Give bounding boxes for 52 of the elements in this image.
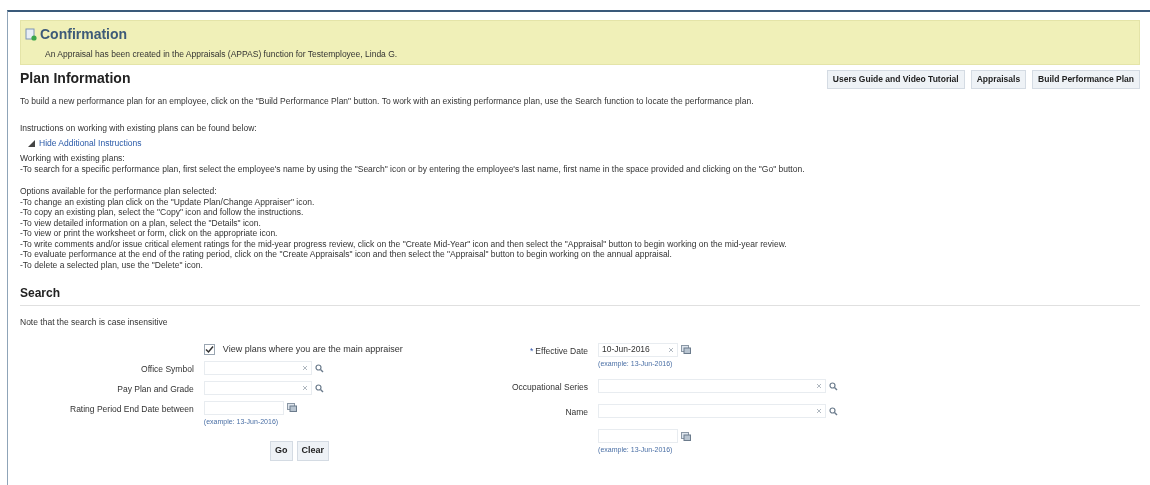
required-mark: * bbox=[530, 345, 534, 356]
instruction-line: -To evaluate performance at the end of the rating period, click on the "Create Appraisals" icon and then select the "Appraisal" button to begin working on the annual appraisal. bbox=[20, 249, 673, 260]
section-title: Plan Information bbox=[20, 68, 131, 88]
toolbar-button[interactable]: Users Guide and Video Tutorial bbox=[826, 70, 965, 89]
instruction-line: Working with existing plans: bbox=[20, 153, 126, 164]
toolbar-button[interactable]: Build Performance Plan bbox=[1032, 70, 1140, 89]
search-icon[interactable] bbox=[314, 363, 324, 373]
text-field[interactable] bbox=[203, 361, 312, 376]
search-icon[interactable] bbox=[314, 383, 324, 393]
field-label: Rating Period End Date between bbox=[70, 402, 194, 416]
main-appraiser-checkbox[interactable]: View plans where you are the main appraiser bbox=[203, 342, 403, 357]
checkbox-icon bbox=[203, 344, 215, 355]
clear-icon[interactable] bbox=[816, 383, 823, 390]
disclosure-icon bbox=[28, 140, 35, 148]
search-button[interactable]: Go bbox=[270, 441, 293, 461]
text-field[interactable] bbox=[203, 381, 312, 395]
instruction-line: -To change an existing plan click on the "Update Plan/Change Appraiser" icon. bbox=[20, 196, 316, 207]
instruction-line: -To delete a selected plan, use the "Delete" icon. bbox=[20, 259, 204, 270]
clear-icon[interactable] bbox=[301, 385, 308, 391]
confirmation-title: Confirmation bbox=[40, 25, 128, 44]
clear-icon[interactable] bbox=[816, 408, 823, 415]
hide-instructions-link[interactable]: Hide Additional Instructions bbox=[20, 137, 142, 150]
intro-text: To build a new performance plan for an employee, click on the "Build Performance Plan" button. To work with an existing performance plan, use the Search function to locate the performance plan. bbox=[20, 94, 755, 108]
instruction-line: -To view or print the worksheet or form, click on the appropriate icon. bbox=[20, 228, 279, 239]
calendar-icon[interactable] bbox=[681, 431, 692, 441]
field-label: Office Symbol bbox=[140, 363, 194, 376]
search-icon[interactable] bbox=[829, 406, 839, 416]
clear-icon[interactable] bbox=[301, 365, 308, 372]
search-button[interactable]: Clear bbox=[296, 441, 329, 461]
instruction-line: -To view detailed information on a plan, select the "Details" icon. bbox=[20, 217, 262, 228]
instruction-line: Options available for the performance plan selected: bbox=[20, 186, 218, 197]
text-field[interactable] bbox=[598, 379, 827, 394]
instructions-note: Instructions on working with existing plans can be found below: bbox=[20, 121, 258, 135]
instruction-line: -To write comments and/or issue critical element ratings for the mid-year progress review, click on the "Create Mid-Year" icon and then select the "Appraisal" button to begin working on the mid-year review. bbox=[20, 238, 788, 249]
text-field[interactable] bbox=[598, 404, 827, 419]
field-label: Occupational Series bbox=[512, 381, 589, 395]
confirmation-message: An Appraisal has been created in the Appraisals (APPAS) function for Testemployee, Linda G. bbox=[44, 48, 399, 61]
instruction-line: -To search for a specific performance plan, first select the employee's name by using the "Search" icon or by entering the employee's last name, first name in the space provided and clicking on the "Go" button. bbox=[20, 164, 806, 175]
search-icon[interactable] bbox=[829, 381, 839, 391]
field-label: * Effective Date bbox=[529, 344, 589, 358]
clear-icon[interactable] bbox=[668, 346, 675, 353]
field-label: Pay Plan and Grade bbox=[116, 383, 194, 396]
document-check-icon bbox=[25, 28, 37, 41]
field-label: Name bbox=[564, 406, 589, 419]
section-title: Search bbox=[20, 286, 61, 300]
calendar-icon[interactable] bbox=[681, 345, 692, 355]
instruction-line: -To copy an existing plan, select the "Copy" icon and follow the instructions. bbox=[20, 207, 305, 218]
date-field[interactable]: 10-Jun-2016 bbox=[598, 342, 679, 357]
calendar-icon[interactable] bbox=[286, 403, 297, 413]
search-note: Note that the search is case insensitive bbox=[20, 316, 169, 329]
toolbar-button[interactable]: Appraisals bbox=[970, 70, 1027, 89]
date-value: 10-Jun-2016 bbox=[602, 343, 650, 357]
